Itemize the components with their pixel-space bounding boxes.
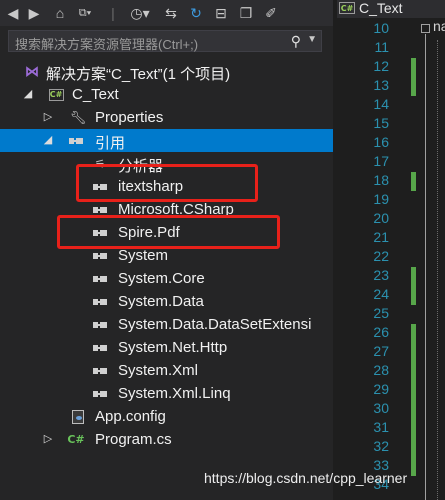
line-number: 28 — [373, 362, 389, 378]
line-number: 15 — [373, 115, 389, 131]
editor-tab-label: C_Text — [359, 0, 403, 16]
highlight-box-itextsharp — [76, 164, 258, 202]
reference-icon — [92, 271, 108, 286]
line-number: 16 — [373, 134, 389, 150]
expanded-arrow-icon[interactable]: ◢ — [42, 133, 54, 146]
tree-item-reference[interactable]: System.Core — [0, 267, 333, 290]
app-config-label: App.config — [95, 408, 166, 425]
references-label: 引用 — [95, 135, 126, 152]
line-number: 20 — [373, 210, 389, 226]
tree-item-properties[interactable]: ▷ 🔧︎ Properties — [0, 106, 333, 129]
tree-item-references[interactable]: ◢ 引用 — [0, 129, 333, 152]
reference-icon — [92, 340, 108, 355]
history-icon[interactable]: ◷▾ — [125, 3, 155, 23]
wrench-icon: 🔧︎ — [69, 109, 87, 125]
tree-item-reference[interactable]: System.Xml.Linq — [0, 382, 333, 405]
show-all-files-icon[interactable]: ❐ — [237, 3, 255, 23]
search-placeholder: 搜索解决方案资源管理器(Ctrl+;) — [15, 37, 199, 52]
solution-explorer-toolbar: ◀ ▶ ⌂ ⧉▾ | ◷▾ ⇆ ↻ ⊟ ❐ ✐ — [0, 0, 333, 26]
tree-item-reference[interactable]: System.Data — [0, 290, 333, 313]
watermark-text: https://blog.csdn.net/cpp_learner — [204, 470, 408, 486]
tree-item-reference[interactable]: System.Data.DataSetExtensi — [0, 313, 333, 336]
reference-label: System.Xml — [118, 362, 199, 379]
solution-label: 解决方案“C_Text”(1 个项目) — [46, 66, 231, 83]
line-number: 29 — [373, 381, 389, 397]
line-number: 11 — [374, 39, 389, 55]
reference-icon — [92, 386, 108, 401]
solution-explorer-pane: ◀ ▶ ⌂ ⧉▾ | ◷▾ ⇆ ↻ ⊟ ❐ ✐ 搜索解决方案资源管理器(Ctrl… — [0, 0, 333, 500]
project-label: C_Text — [72, 86, 119, 103]
collapsed-arrow-icon[interactable]: ▷ — [42, 432, 54, 445]
line-number: 31 — [373, 419, 389, 435]
line-number: 13 — [373, 77, 389, 93]
csharp-project-icon: C# — [339, 2, 355, 14]
home-icon[interactable]: ⌂ — [50, 3, 70, 23]
reference-label: System.Net.Http — [118, 339, 228, 356]
line-number: 25 — [373, 305, 389, 321]
program-cs-label: Program.cs — [95, 431, 172, 448]
line-number: 19 — [373, 191, 389, 207]
line-number: 27 — [373, 343, 389, 359]
csharp-project-icon: C# — [48, 88, 64, 101]
line-number: 18 — [373, 172, 389, 188]
forward-icon[interactable]: ▶ — [25, 3, 43, 23]
sync-icon[interactable]: ⇆ — [162, 3, 180, 23]
line-number: 24 — [373, 286, 389, 302]
change-marker — [411, 324, 416, 476]
code-editor: C# C_Text 10 11 12 13 14 15 16 17 18 19 … — [337, 0, 445, 500]
chevron-down-icon[interactable]: ▼ — [307, 34, 317, 45]
tree-item-reference[interactable]: System.Xml — [0, 359, 333, 382]
search-input[interactable]: 搜索解决方案资源管理器(Ctrl+;) ⚲ ▼ — [8, 30, 322, 52]
line-number: 26 — [373, 324, 389, 340]
reference-icon — [92, 248, 108, 263]
change-marker — [411, 172, 416, 191]
reference-label: System — [118, 247, 169, 264]
refresh-icon[interactable]: ↻ — [187, 3, 205, 23]
line-number: 17 — [373, 153, 389, 169]
line-number: 23 — [373, 267, 389, 283]
config-file-icon — [70, 409, 86, 424]
tree-item-app-config[interactable]: App.config — [0, 405, 333, 428]
properties-label: Properties — [95, 109, 164, 126]
collapse-toggle-icon[interactable] — [421, 24, 430, 33]
search-icon[interactable]: ⚲ — [291, 33, 301, 50]
change-marker — [411, 267, 416, 305]
line-number: 32 — [373, 438, 389, 454]
reference-label: System.Xml.Linq — [118, 385, 231, 402]
reference-label: System.Data.DataSetExtensi — [118, 316, 312, 333]
editor-tab[interactable]: C# C_Text — [337, 0, 445, 18]
line-number: 22 — [373, 248, 389, 264]
collapse-all-icon[interactable]: ⊟ — [212, 3, 230, 23]
collapsed-arrow-icon[interactable]: ▷ — [42, 110, 54, 123]
line-number: 14 — [373, 96, 389, 112]
fold-guide-line — [425, 34, 426, 500]
line-number: 30 — [373, 400, 389, 416]
reference-label: System.Data — [118, 293, 204, 310]
tree-item-reference[interactable]: System.Net.Http — [0, 336, 333, 359]
csharp-file-icon: C# — [67, 433, 85, 446]
indent-guide — [437, 40, 438, 500]
tree-item-program-cs[interactable]: ▷ C# Program.cs — [0, 428, 333, 451]
reference-label: System.Core — [118, 270, 205, 287]
reference-icon — [92, 294, 108, 309]
tree-item-project[interactable]: ◢ C# C_Text — [0, 83, 333, 106]
expanded-arrow-icon[interactable]: ◢ — [22, 87, 34, 100]
line-number: 12 — [373, 58, 389, 74]
back-icon[interactable]: ◀ — [4, 3, 22, 23]
highlight-box-spire-pdf — [57, 215, 280, 249]
reference-icon — [92, 363, 108, 378]
code-text: na — [433, 18, 445, 34]
line-number: 10 — [373, 20, 389, 36]
reference-icon — [92, 317, 108, 332]
change-marker — [411, 58, 416, 96]
reference-icon — [68, 133, 84, 148]
separator-icon: | — [111, 5, 115, 21]
line-number: 21 — [373, 229, 389, 245]
solution-icon: ⋈ — [25, 63, 39, 79]
properties-icon[interactable]: ✐ — [262, 3, 280, 23]
switch-views-dropdown-icon[interactable]: ⧉▾ — [72, 3, 98, 23]
tree-item-solution[interactable]: ⋈ 解决方案“C_Text”(1 个项目) — [0, 60, 333, 83]
